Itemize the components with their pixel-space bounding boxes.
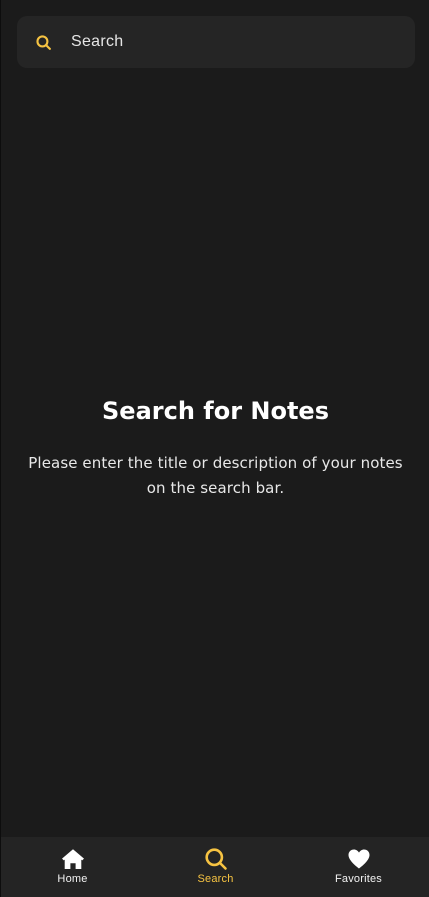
search-bar[interactable]: [17, 16, 415, 68]
home-icon: [60, 846, 86, 872]
nav-label-favorites: Favorites: [334, 873, 383, 885]
nav-item-search[interactable]: Search: [144, 837, 287, 897]
search-input[interactable]: [71, 33, 371, 51]
nav-label-home: Home: [57, 873, 88, 885]
empty-state-title: Search for Notes: [102, 397, 329, 425]
empty-state-description: Please enter the title or description of…: [28, 454, 403, 497]
nav-item-favorites[interactable]: Favorites: [287, 837, 429, 897]
heart-icon: [346, 846, 372, 872]
search-icon: [203, 846, 229, 872]
empty-state: Search for Notes Please enter the title …: [1, 392, 429, 501]
search-icon: [33, 32, 53, 52]
nav-label-search: Search: [197, 873, 234, 885]
search-screen: Search for Notes Please enter the title …: [0, 0, 429, 897]
nav-item-home[interactable]: Home: [1, 837, 144, 897]
bottom-navigation: Home Search Favorites: [1, 837, 429, 897]
